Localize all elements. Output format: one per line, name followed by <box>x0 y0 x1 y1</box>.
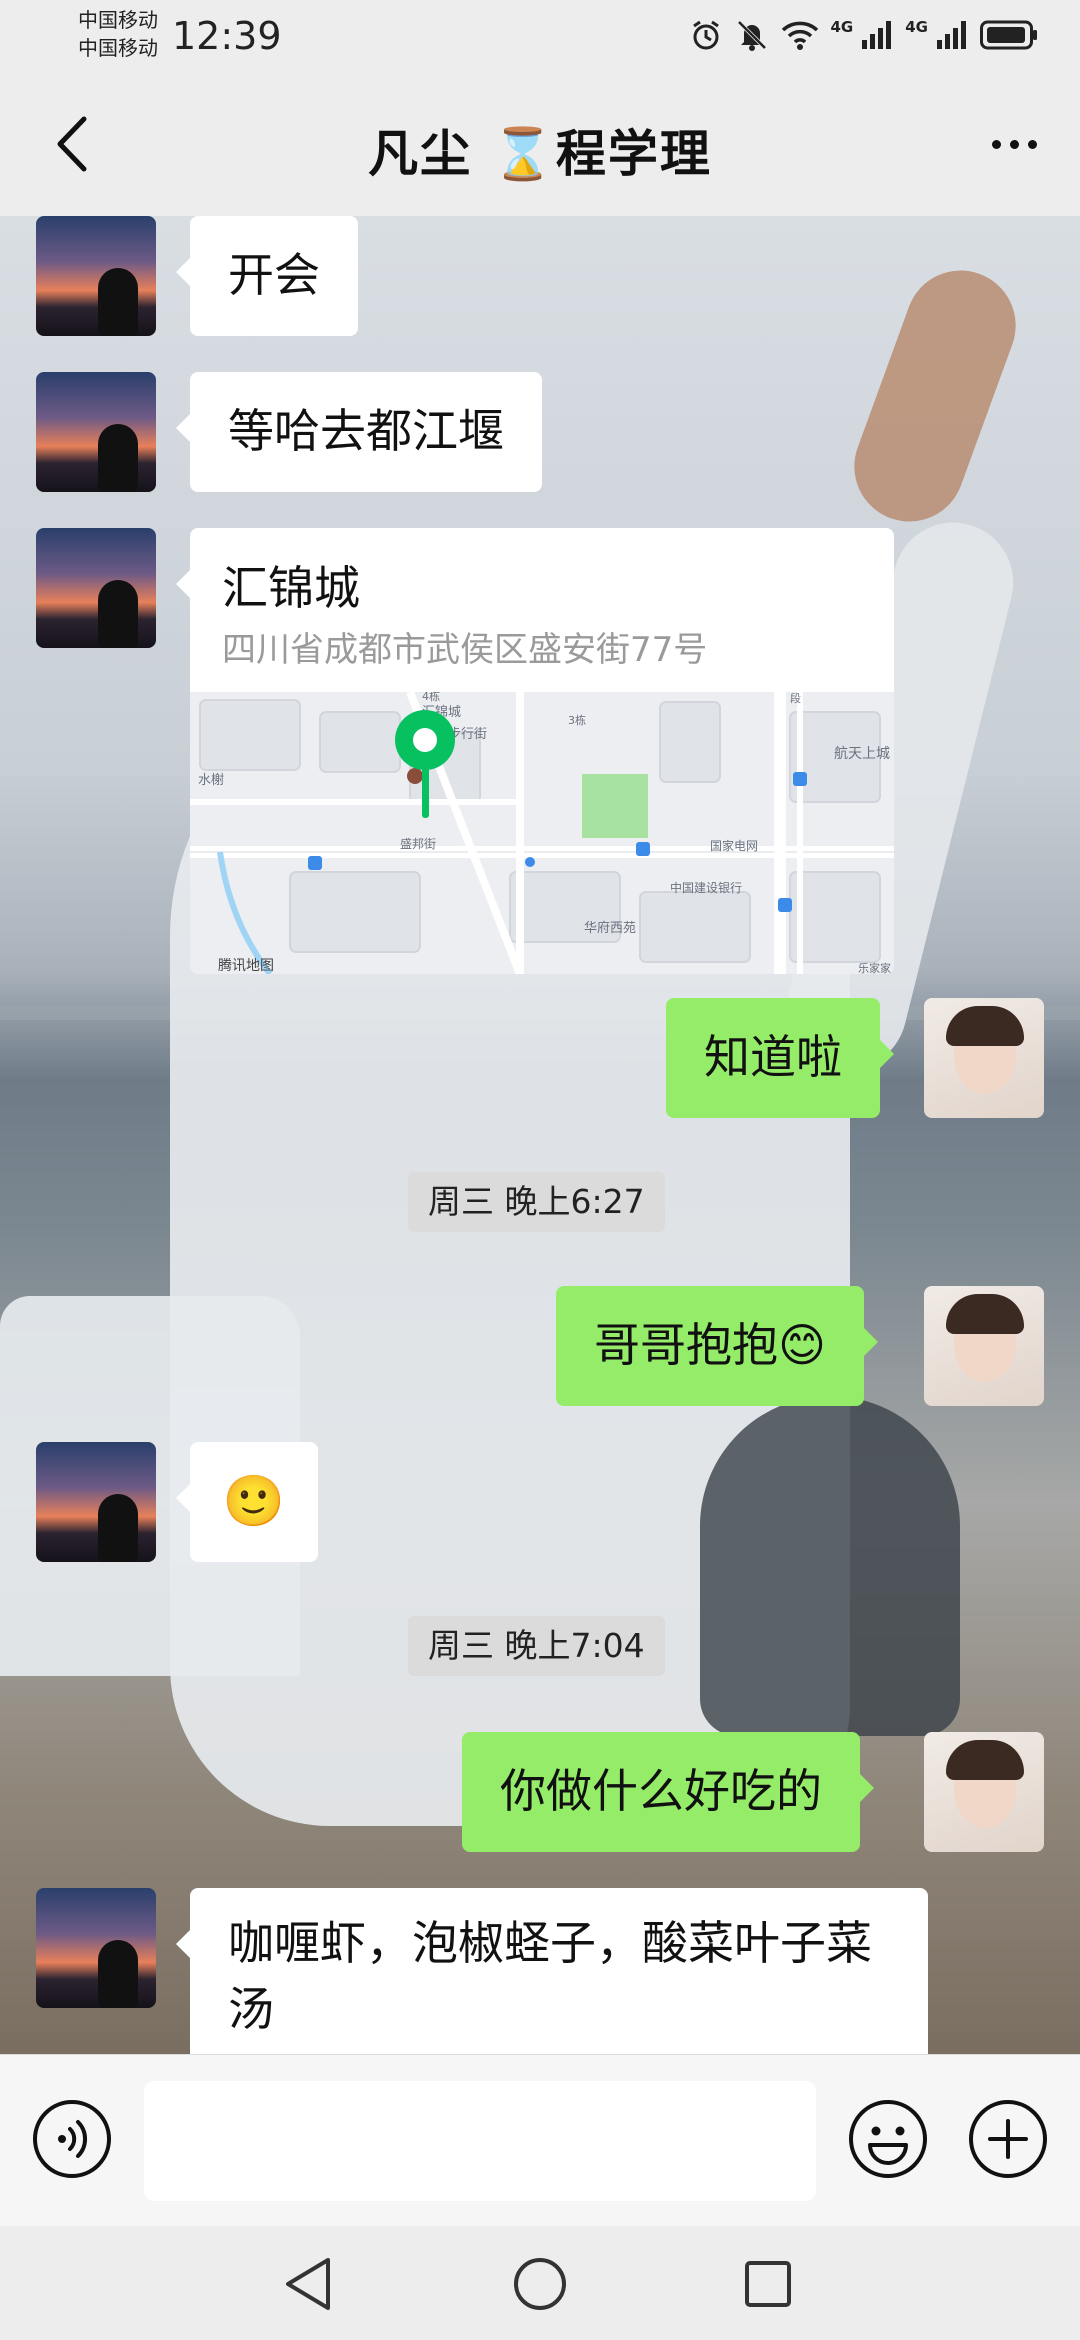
message-bubble[interactable]: 你做什么好吃的 <box>462 1732 874 1852</box>
signal-icon <box>861 20 893 50</box>
avatar[interactable] <box>36 216 156 336</box>
more-functions-button[interactable] <box>968 2099 1048 2179</box>
message-bubble[interactable]: 咖喱虾，泡椒蛏子，酸菜叶子菜汤 <box>176 1888 928 2054</box>
map-label: 盛邦街 <box>400 836 436 851</box>
nav-home-button[interactable] <box>508 2252 572 2316</box>
network-type-1: 4G <box>830 18 854 36</box>
avatar[interactable] <box>36 372 156 492</box>
battery-icon <box>980 20 1038 50</box>
chat-header: 凡尘 ⌛程学理 <box>0 72 1080 216</box>
timestamp: 周三 晚上7:04 <box>408 1616 665 1676</box>
status-icons: 4G 4G <box>689 18 1039 52</box>
input-bar <box>0 2054 1080 2226</box>
background-pants <box>700 1396 960 1736</box>
avatar[interactable] <box>36 1888 156 2008</box>
location-address: 四川省成都市武侯区盛安街77号 <box>222 630 708 670</box>
more-dot <box>991 139 1001 149</box>
location-name: 汇锦城 <box>222 561 360 615</box>
timestamp: 周三 晚上6:27 <box>408 1172 665 1232</box>
map-label: 水榭 <box>198 772 224 788</box>
message-input[interactable] <box>144 2081 816 2201</box>
map-provider-label: 腾讯地图 <box>218 957 274 974</box>
message-bubble[interactable]: 开会 <box>176 216 358 336</box>
wifi-icon <box>781 19 819 51</box>
nav-recents-button[interactable] <box>736 2252 800 2316</box>
more-button[interactable] <box>978 116 1050 172</box>
location-card[interactable]: 汇锦城 四川省成都市武侯区盛安街77号 汇锦城 4栋 3栋 段 汇锦步行街 水榭… <box>190 528 894 974</box>
map-label: 华府西苑 <box>584 921 636 936</box>
avatar[interactable] <box>924 1286 1044 1406</box>
emoji-bubble[interactable]: 🙂 <box>176 1442 318 1562</box>
more-dot <box>1009 139 1019 149</box>
mute-icon <box>735 18 769 52</box>
map-label: 乐家家 <box>858 961 891 974</box>
carrier-2: 中国移动 <box>78 36 158 60</box>
signal-icon <box>936 20 968 50</box>
navigation-bar <box>0 2226 1080 2340</box>
recents-square-icon <box>745 2261 791 2307</box>
emoji-icon <box>849 2100 927 2178</box>
more-dot <box>1027 139 1037 149</box>
nav-back-button[interactable] <box>276 2252 340 2316</box>
alarm-icon <box>689 18 723 52</box>
background-rail <box>0 1006 1080 1020</box>
poi-dot <box>525 857 535 867</box>
map-label: 4栋 <box>422 692 440 703</box>
voice-icon <box>33 2100 111 2178</box>
home-circle-icon <box>514 2258 566 2310</box>
map-label: 3栋 <box>568 713 586 727</box>
message-bubble[interactable]: 知道啦 <box>666 998 894 1118</box>
map-label: 航天上城 <box>834 746 890 762</box>
status-bar: 中国移动 中国移动 12:39 4G 4G <box>0 0 1080 72</box>
back-triangle-icon <box>286 2258 330 2310</box>
map-label: 段 <box>790 692 801 705</box>
user-marker <box>407 768 423 784</box>
avatar[interactable] <box>924 998 1044 1118</box>
location-map: 汇锦城 4栋 3栋 段 汇锦步行街 水榭 盛邦街 国家电网 中国建设银行 华府西… <box>190 692 894 974</box>
message-bubble[interactable]: 等哈去都江堰 <box>176 372 542 492</box>
emoji-button[interactable] <box>848 2099 928 2179</box>
status-time: 12:39 <box>172 14 282 58</box>
voice-button[interactable] <box>32 2099 112 2179</box>
carrier-info: 中国移动 中国移动 <box>78 6 158 62</box>
avatar[interactable] <box>36 1442 156 1562</box>
avatar[interactable] <box>924 1732 1044 1852</box>
chat-area[interactable]: 开会 等哈去都江堰 汇锦城 四川省成都市武侯区盛安街77号 汇锦城 4栋 3栋 … <box>0 216 1080 2054</box>
message-bubble[interactable]: 哥哥抱抱😊 <box>556 1286 878 1406</box>
network-type-2: 4G <box>905 18 928 36</box>
avatar[interactable] <box>36 528 156 648</box>
background-hand <box>838 255 1032 537</box>
bubble-tail <box>176 570 190 598</box>
chat-title: 凡尘 ⌛程学理 <box>368 125 712 183</box>
carrier-1: 中国移动 <box>78 8 158 32</box>
plus-icon <box>969 2100 1047 2178</box>
map-label: 中国建设银行 <box>670 880 742 895</box>
map-label: 国家电网 <box>710 838 758 853</box>
